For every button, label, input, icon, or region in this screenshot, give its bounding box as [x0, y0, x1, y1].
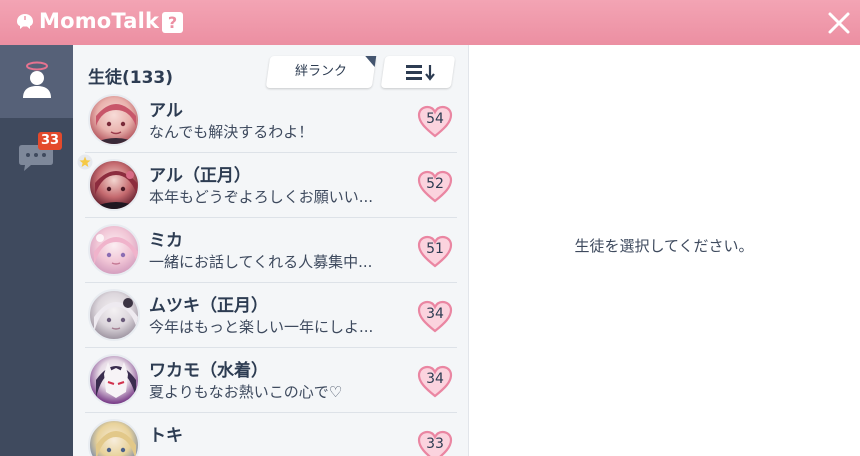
bond-level: 34 — [426, 371, 444, 387]
avatar — [88, 419, 140, 456]
nav-rail: 33 — [0, 45, 73, 456]
student-name: ワカモ（水着） — [149, 361, 268, 381]
sort-order-button[interactable] — [380, 56, 456, 88]
student-message: 今年はもっと楽しい一年にしよ... — [149, 318, 374, 336]
bond-level: 34 — [426, 306, 444, 322]
student-name: アル（正月） — [149, 166, 251, 186]
title-bar: MomoTalk ? — [0, 0, 860, 45]
student-name: ミカ — [149, 231, 183, 251]
empty-state-message: 生徒を選択してください。 — [574, 237, 754, 255]
chat-bubble-icon — [19, 145, 53, 171]
student-row-wakamo-swimsuit[interactable]: ワカモ（水着） 夏よりもなお熱いこの心で♡ 34 — [85, 348, 457, 413]
nav-students-tab[interactable] — [0, 45, 73, 118]
bond-level: 52 — [426, 176, 444, 192]
avatar — [88, 159, 140, 211]
bond-level: 54 — [426, 111, 444, 127]
avatar — [88, 354, 140, 406]
bond-level: 33 — [426, 436, 444, 452]
bond-level: 51 — [426, 241, 444, 257]
student-message: なんでも解決するわよ！ — [149, 123, 314, 141]
student-row-mutsuki-new-year[interactable]: ムツキ（正月） 今年はもっと楽しい一年にしよ... 34 — [85, 283, 457, 348]
sort-label: 絆ランク — [294, 64, 347, 79]
app-title: MomoTalk — [39, 9, 160, 33]
sort-descending-icon — [406, 65, 435, 81]
student-count-label: 生徒(133) — [88, 68, 174, 88]
student-list-panel: 生徒(133) 絆ランク アル なんでも解決するわよ！ 54 アル（正月） 本年… — [73, 45, 468, 456]
avatar — [88, 289, 140, 341]
student-message: 夏よりもなお熱いこの心で♡ — [149, 383, 343, 401]
student-message: 本年もどうぞよろしくお願いい... — [149, 188, 374, 206]
student-row-mika[interactable]: ミカ 一緒にお話してくれる人募集中... 51 — [85, 218, 457, 283]
avatar — [88, 224, 140, 276]
student-message: 一緒にお話してくれる人募集中... — [149, 253, 373, 271]
momotalk-logo-icon — [17, 14, 33, 29]
close-icon[interactable] — [824, 8, 854, 38]
sort-corner-marker — [363, 56, 377, 67]
student-name: トキ — [149, 426, 183, 446]
student-name: ムツキ（正月） — [149, 296, 268, 316]
person-icon — [23, 61, 51, 98]
nav-chat-tab[interactable]: 33 — [0, 125, 73, 198]
student-row-aru[interactable]: アル なんでも解決するわよ！ 54 — [85, 88, 457, 153]
detail-panel: 生徒を選択してください。 — [468, 45, 860, 456]
help-button[interactable]: ? — [162, 12, 183, 33]
unread-badge: 33 — [38, 132, 63, 150]
star-icon — [77, 154, 93, 170]
student-row-toki[interactable]: トキ 33 — [85, 413, 457, 456]
avatar — [88, 94, 140, 146]
student-row-aru-new-year[interactable]: アル（正月） 本年もどうぞよろしくお願いい... 52 — [77, 153, 457, 218]
student-name: アル — [149, 101, 183, 121]
sort-bond-rank-button[interactable]: 絆ランク — [265, 56, 377, 88]
